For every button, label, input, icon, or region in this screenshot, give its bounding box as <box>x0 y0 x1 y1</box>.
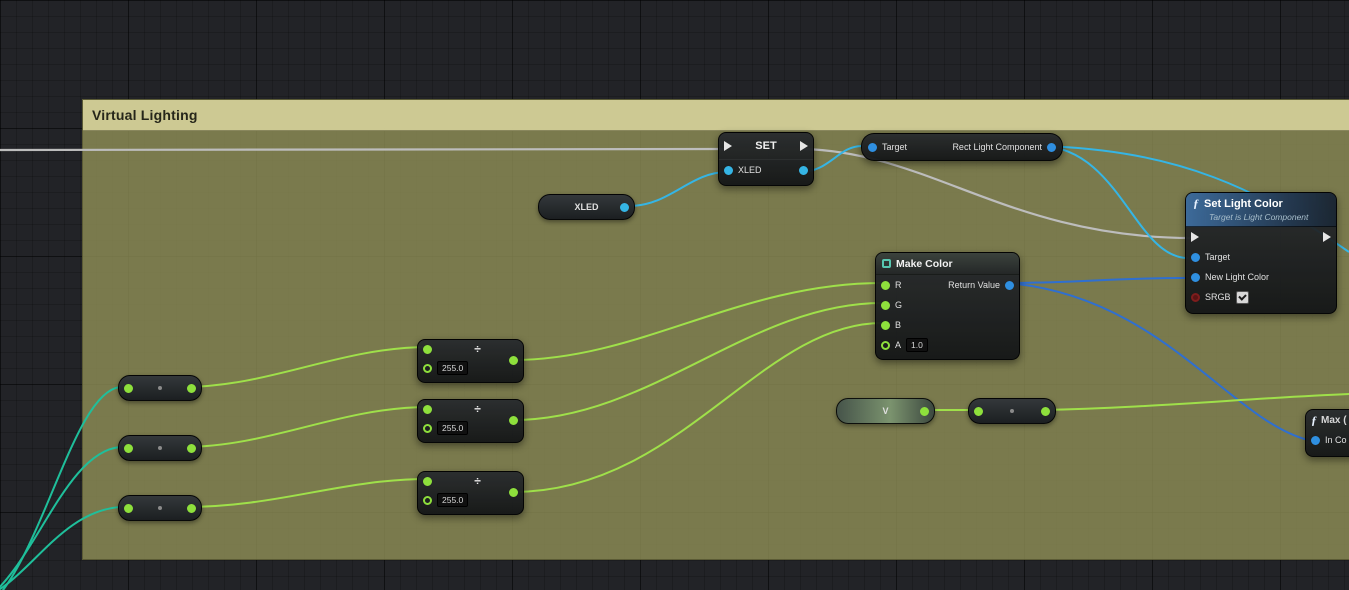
rect-target-label: Target <box>882 142 907 152</box>
xled-get-output-pin[interactable] <box>620 203 629 212</box>
new-light-color-pin[interactable] <box>1191 273 1200 282</box>
v-output-pin[interactable] <box>920 407 929 416</box>
set-light-color-title: Set Light Color <box>1204 198 1283 210</box>
target-input-pin[interactable] <box>1191 253 1200 262</box>
target-label: Target <box>1205 252 1230 262</box>
a-input-pin[interactable] <box>881 341 890 350</box>
comment-header[interactable]: Virtual Lighting <box>83 100 1349 131</box>
conv-output-pin[interactable] <box>187 444 196 453</box>
rect-target-pin[interactable] <box>868 143 877 152</box>
b-input-pin[interactable] <box>881 321 890 330</box>
srgb-pin[interactable] <box>1191 293 1200 302</box>
divide-output-pin[interactable] <box>509 356 518 365</box>
conversion-dot-icon <box>1010 409 1014 413</box>
divide-output-pin[interactable] <box>509 416 518 425</box>
make-struct-icon <box>882 259 891 268</box>
xled-input-pin[interactable] <box>724 166 733 175</box>
set-node-title: SET <box>755 140 776 152</box>
xled-pin-label: XLED <box>738 165 762 175</box>
r-input-pin[interactable] <box>881 281 890 290</box>
a-label: A <box>895 340 901 350</box>
srgb-checkbox[interactable] <box>1236 291 1249 304</box>
conv-input-pin[interactable] <box>124 384 133 393</box>
srgb-label: SRGB <box>1205 292 1231 302</box>
xled-get-label: XLED <box>574 202 598 212</box>
divide-operator: ÷ <box>474 404 481 414</box>
conversion-dot-icon <box>158 386 162 390</box>
comment-title: Virtual Lighting <box>92 107 198 123</box>
divisor-value-input[interactable]: 255.0 <box>437 361 468 375</box>
conv-input-pin[interactable] <box>124 444 133 453</box>
exec-in-pin[interactable] <box>1191 232 1199 242</box>
divisor-input-pin[interactable] <box>423 496 432 505</box>
exec-in-pin[interactable] <box>724 141 732 151</box>
conv-output-pin[interactable] <box>187 504 196 513</box>
set-light-color-node[interactable]: ƒ Set Light Color Target is Light Compon… <box>1185 192 1337 314</box>
divisor-input-pin[interactable] <box>423 424 432 433</box>
return-value-label: Return Value <box>948 280 1000 290</box>
comment-box-virtual-lighting[interactable]: Virtual Lighting <box>82 99 1349 560</box>
divisor-value-input[interactable]: 255.0 <box>437 493 468 507</box>
make-color-node[interactable]: Make Color R Return Value G B A 1.0 <box>875 252 1020 360</box>
divide-output-pin[interactable] <box>509 488 518 497</box>
v-get-node[interactable]: V <box>836 398 935 424</box>
divide-node-b[interactable]: ÷ 255.0 <box>417 471 524 515</box>
divide-operator: ÷ <box>474 344 481 354</box>
conversion-node-v[interactable] <box>968 398 1056 424</box>
xled-get-node[interactable]: XLED <box>538 194 635 220</box>
divide-input-pin[interactable] <box>423 405 432 414</box>
divisor-input-pin[interactable] <box>423 364 432 373</box>
r-label: R <box>895 280 902 290</box>
conversion-node-1[interactable] <box>118 375 202 401</box>
max-node[interactable]: ƒ Max ( In Co <box>1305 409 1349 457</box>
check-icon <box>1238 292 1246 300</box>
blueprint-canvas[interactable]: Virtual Lighting SET <box>0 0 1349 590</box>
conversion-dot-icon <box>158 446 162 450</box>
new-light-color-label: New Light Color <box>1205 272 1269 282</box>
max-node-title: Max ( <box>1321 415 1347 426</box>
rect-output-pin[interactable] <box>1047 143 1056 152</box>
conversion-dot-icon <box>158 506 162 510</box>
set-light-color-subtitle: Target is Light Component <box>1209 212 1329 222</box>
function-icon: ƒ <box>1311 413 1317 428</box>
rect-output-label: Rect Light Component <box>952 142 1042 152</box>
rect-light-component-node[interactable]: Target Rect Light Component <box>861 133 1063 161</box>
divide-input-pin[interactable] <box>423 477 432 486</box>
g-input-pin[interactable] <box>881 301 890 310</box>
divisor-value-input[interactable]: 255.0 <box>437 421 468 435</box>
function-icon: ƒ <box>1193 196 1199 211</box>
conv-output-pin[interactable] <box>187 384 196 393</box>
exec-out-pin[interactable] <box>1323 232 1331 242</box>
conversion-node-3[interactable] <box>118 495 202 521</box>
divide-node-g[interactable]: ÷ 255.0 <box>417 399 524 443</box>
divide-node-r[interactable]: ÷ 255.0 <box>417 339 524 383</box>
conv-input-pin[interactable] <box>974 407 983 416</box>
divide-input-pin[interactable] <box>423 345 432 354</box>
v-label: V <box>882 406 888 416</box>
g-label: G <box>895 300 902 310</box>
make-color-title: Make Color <box>896 258 953 270</box>
exec-out-pin[interactable] <box>800 141 808 151</box>
b-label: B <box>895 320 901 330</box>
set-xled-node[interactable]: SET XLED <box>718 132 814 186</box>
xled-output-pin[interactable] <box>799 166 808 175</box>
a-value-input[interactable]: 1.0 <box>906 338 928 352</box>
return-value-pin[interactable] <box>1005 281 1014 290</box>
conv-output-pin[interactable] <box>1041 407 1050 416</box>
in-color-pin[interactable] <box>1311 436 1320 445</box>
conv-input-pin[interactable] <box>124 504 133 513</box>
in-color-label: In Co <box>1325 435 1347 445</box>
conversion-node-2[interactable] <box>118 435 202 461</box>
divide-operator: ÷ <box>474 476 481 486</box>
